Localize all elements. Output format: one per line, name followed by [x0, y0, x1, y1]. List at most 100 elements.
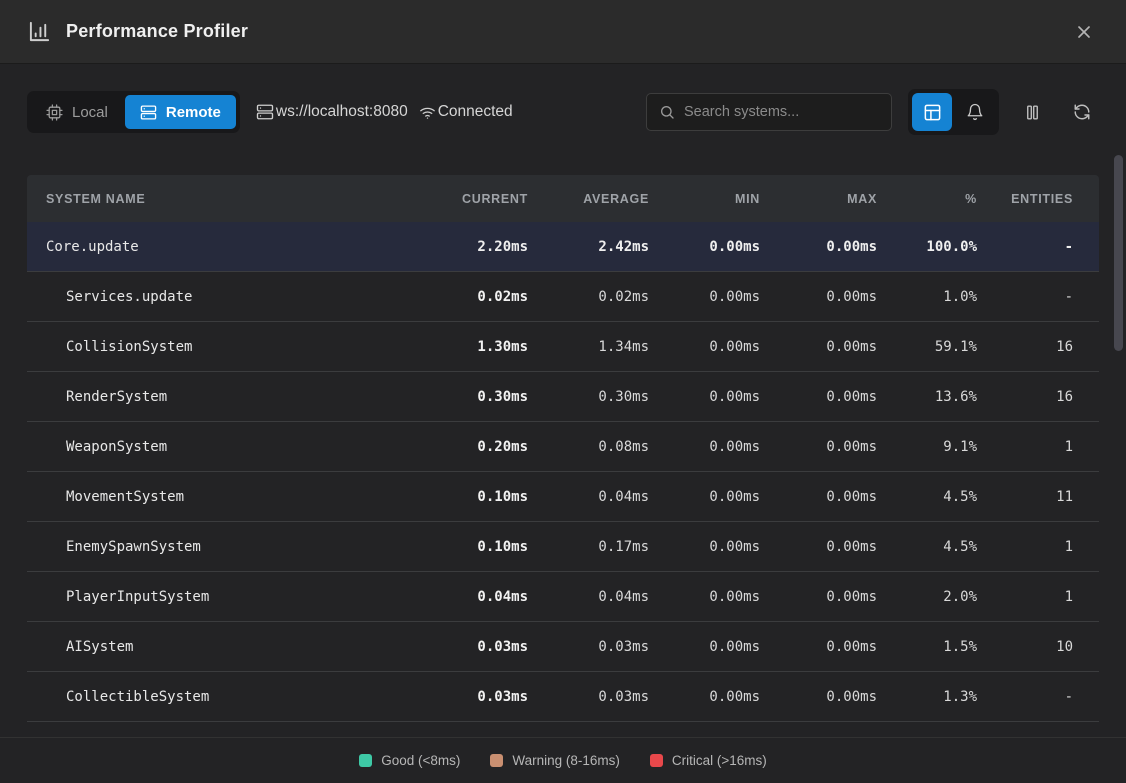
system-name-cell: RenderSystem	[27, 389, 398, 405]
pause-icon	[1023, 103, 1042, 122]
max-cell: 0.00ms	[760, 339, 877, 355]
legend-item-good: Good (<8ms)	[359, 753, 460, 768]
table-row[interactable]: PlayerInputSystem 0.04ms 0.04ms 0.00ms 0…	[27, 572, 1099, 622]
vertical-scrollbar-thumb[interactable]	[1114, 155, 1123, 351]
max-cell: 0.00ms	[760, 689, 877, 705]
bar-chart-icon	[28, 20, 51, 43]
percent-cell: 4.5%	[877, 539, 977, 555]
search-box	[646, 93, 892, 131]
table-row[interactable]: CollisionSystem 1.30ms 1.34ms 0.00ms 0.0…	[27, 322, 1099, 372]
entities-cell: 16	[977, 389, 1099, 405]
bell-icon	[966, 103, 984, 121]
min-cell: 0.00ms	[649, 339, 760, 355]
entities-cell: -	[977, 689, 1099, 705]
remote-mode-label: Remote	[166, 104, 221, 121]
table-row[interactable]: MovementSystem 0.10ms 0.04ms 0.00ms 0.00…	[27, 472, 1099, 522]
average-cell: 0.30ms	[528, 389, 649, 405]
percent-cell: 4.5%	[877, 489, 977, 505]
current-cell: 0.03ms	[398, 689, 528, 705]
server-icon	[256, 103, 274, 121]
min-cell: 0.00ms	[649, 439, 760, 455]
wifi-icon	[419, 104, 436, 121]
table-body: Core.update 2.20ms 2.42ms 0.00ms 0.00ms …	[27, 222, 1099, 722]
table-view-icon	[923, 103, 942, 122]
local-mode-label: Local	[72, 104, 108, 121]
remote-mode-button[interactable]: Remote	[125, 95, 236, 129]
min-cell: 0.00ms	[649, 239, 760, 255]
alerts-button[interactable]	[955, 93, 995, 131]
average-cell: 0.03ms	[528, 639, 649, 655]
average-cell: 0.17ms	[528, 539, 649, 555]
table-view-button[interactable]	[912, 93, 952, 131]
table-row[interactable]: RenderSystem 0.30ms 0.30ms 0.00ms 0.00ms…	[27, 372, 1099, 422]
percent-cell: 1.0%	[877, 289, 977, 305]
system-name-cell: AISystem	[27, 639, 398, 655]
critical-color-swatch	[650, 754, 663, 767]
cpu-icon	[46, 104, 63, 121]
local-mode-button[interactable]: Local	[31, 95, 123, 129]
good-color-swatch	[359, 754, 372, 767]
table-row[interactable]: WeaponSystem 0.20ms 0.08ms 0.00ms 0.00ms…	[27, 422, 1099, 472]
connection-info: ws://localhost:8080 Connected	[256, 103, 513, 121]
titlebar: Performance Profiler	[0, 0, 1126, 64]
current-cell: 0.02ms	[398, 289, 528, 305]
max-cell: 0.00ms	[760, 639, 877, 655]
pause-button[interactable]	[1015, 93, 1049, 131]
min-cell: 0.00ms	[649, 689, 760, 705]
table-row[interactable]: CollectibleSystem 0.03ms 0.03ms 0.00ms 0…	[27, 672, 1099, 722]
legend-footer: Good (<8ms) Warning (8-16ms) Critical (>…	[0, 737, 1126, 783]
connection-url: ws://localhost:8080	[276, 103, 408, 121]
current-cell: 0.10ms	[398, 539, 528, 555]
entities-cell: 1	[977, 539, 1099, 555]
average-cell: 0.04ms	[528, 489, 649, 505]
search-icon	[659, 104, 675, 120]
current-cell: 0.10ms	[398, 489, 528, 505]
percent-cell: 59.1%	[877, 339, 977, 355]
average-cell: 0.03ms	[528, 689, 649, 705]
max-cell: 0.00ms	[760, 589, 877, 605]
toolbar: Local Remote ws://localhost:8080	[0, 88, 1126, 136]
max-cell: 0.00ms	[760, 289, 877, 305]
average-cell: 0.04ms	[528, 589, 649, 605]
max-cell: 0.00ms	[760, 389, 877, 405]
close-button[interactable]	[1070, 18, 1098, 46]
current-cell: 1.30ms	[398, 339, 528, 355]
connection-status: Connected	[438, 103, 513, 121]
min-cell: 0.00ms	[649, 489, 760, 505]
close-icon	[1074, 22, 1094, 42]
table-row[interactable]: Services.update 0.02ms 0.02ms 0.00ms 0.0…	[27, 272, 1099, 322]
min-cell: 0.00ms	[649, 289, 760, 305]
system-name-cell: PlayerInputSystem	[27, 589, 398, 605]
current-cell: 0.30ms	[398, 389, 528, 405]
table-row[interactable]: Core.update 2.20ms 2.42ms 0.00ms 0.00ms …	[27, 222, 1099, 272]
page-title: Performance Profiler	[66, 21, 1055, 42]
system-name-cell: CollisionSystem	[27, 339, 398, 355]
max-cell: 0.00ms	[760, 539, 877, 555]
legend-item-warning: Warning (8-16ms)	[490, 753, 620, 768]
table-header-row: SYSTEM NAME CURRENT AVERAGE MIN MAX % EN…	[27, 175, 1099, 222]
percent-cell: 2.0%	[877, 589, 977, 605]
refresh-icon	[1073, 103, 1091, 121]
average-cell: 0.08ms	[528, 439, 649, 455]
min-cell: 0.00ms	[649, 539, 760, 555]
min-cell: 0.00ms	[649, 589, 760, 605]
system-name-cell: EnemySpawnSystem	[27, 539, 398, 555]
server-icon	[140, 104, 157, 121]
refresh-button[interactable]	[1065, 93, 1099, 131]
table-row[interactable]: EnemySpawnSystem 0.10ms 0.17ms 0.00ms 0.…	[27, 522, 1099, 572]
connection-mode-group: Local Remote	[27, 91, 240, 133]
percent-cell: 1.3%	[877, 689, 977, 705]
entities-cell: 10	[977, 639, 1099, 655]
percent-cell: 9.1%	[877, 439, 977, 455]
warning-color-swatch	[490, 754, 503, 767]
systems-table: SYSTEM NAME CURRENT AVERAGE MIN MAX % EN…	[27, 175, 1099, 736]
connection-url-segment: ws://localhost:8080	[256, 103, 408, 121]
system-name-cell: Services.update	[27, 289, 398, 305]
max-cell: 0.00ms	[760, 439, 877, 455]
entities-cell: 16	[977, 339, 1099, 355]
search-input[interactable]	[684, 104, 879, 120]
column-header-system-name: SYSTEM NAME	[27, 192, 398, 206]
table-row[interactable]: AISystem 0.03ms 0.03ms 0.00ms 0.00ms 1.5…	[27, 622, 1099, 672]
column-header-average: AVERAGE	[528, 192, 649, 206]
system-name-cell: CollectibleSystem	[27, 689, 398, 705]
